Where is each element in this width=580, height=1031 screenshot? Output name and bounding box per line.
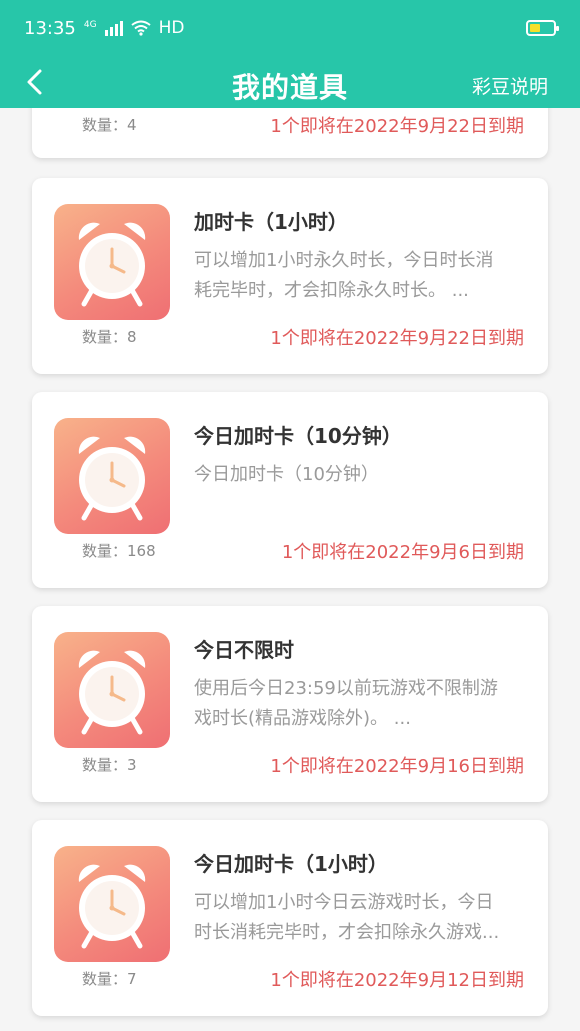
alarm-clock-icon bbox=[54, 418, 170, 534]
item-title: 今日加时卡（10分钟） bbox=[194, 424, 402, 448]
item-description: 今日加时卡（10分钟） bbox=[194, 460, 526, 490]
battery-icon bbox=[526, 20, 559, 36]
item-quantity: 数量：7 bbox=[82, 970, 137, 988]
item-description-line: 时长消耗完毕时，才会扣除永久游戏... bbox=[194, 922, 500, 943]
item-description-line: 使用后今日23:59以前玩游戏不限制游 bbox=[194, 678, 498, 699]
network-type: 4G bbox=[83, 19, 97, 30]
item-description-line: 可以增加1小时永久时长，今日时长消 bbox=[194, 250, 494, 271]
caidou-info-link[interactable]: 彩豆说明 bbox=[472, 72, 548, 99]
status-time: 13:35 bbox=[24, 17, 76, 39]
item-title: 今日加时卡（1小时） bbox=[194, 852, 388, 876]
item-description: 可以增加1小时今日云游戏时长，今日 时长消耗完毕时，才会扣除永久游戏... bbox=[194, 888, 526, 948]
item-description-line: 今日加时卡（10分钟） bbox=[194, 464, 379, 485]
item-quantity: 数量：168 bbox=[82, 542, 156, 560]
item-title: 今日不限时 bbox=[194, 638, 294, 662]
battery-level bbox=[530, 24, 540, 32]
item-description-line: 耗完毕时，才会扣除永久时长。 ... bbox=[194, 280, 469, 301]
hd-indicator: HD bbox=[158, 18, 185, 38]
item-description-line: 可以增加1小时今日云游戏时长，今日 bbox=[194, 892, 494, 913]
item-expire: 1个即将在2022年9月22日到期 bbox=[270, 328, 524, 349]
item-quantity: 数量：3 bbox=[82, 756, 137, 774]
item-description: 可以增加1小时永久时长，今日时长消 耗完毕时，才会扣除永久时长。 ... bbox=[194, 246, 526, 306]
item-expire: 1个即将在2022年9月6日到期 bbox=[281, 542, 524, 563]
item-card[interactable]: 数量：8 加时卡（1小时） 可以增加1小时永久时长，今日时长消 耗完毕时，才会扣… bbox=[32, 178, 548, 374]
item-quantity: 数量：8 bbox=[82, 328, 137, 346]
item-description: 使用后今日23:59以前玩游戏不限制游 戏时长(精品游戏除外)。 ... bbox=[194, 674, 526, 734]
item-description-line: 戏时长(精品游戏除外)。 ... bbox=[194, 708, 411, 729]
item-quantity: 数量：4 bbox=[82, 116, 137, 134]
item-title: 加时卡（1小时） bbox=[194, 210, 348, 234]
item-card[interactable]: 数量：7 今日加时卡（1小时） 可以增加1小时今日云游戏时长，今日 时长消耗完毕… bbox=[32, 820, 548, 1016]
status-left: 13:35 4G HD bbox=[24, 18, 184, 39]
item-card-partial[interactable]: 数量：4 1个即将在2022年9月22日到期 bbox=[32, 108, 548, 158]
wifi-icon bbox=[130, 20, 151, 36]
item-expire: 1个即将在2022年9月16日到期 bbox=[270, 756, 524, 777]
alarm-clock-icon bbox=[54, 204, 170, 320]
status-bar: 13:35 4G HD bbox=[0, 0, 580, 56]
item-expire: 1个即将在2022年9月12日到期 bbox=[270, 970, 524, 991]
alarm-clock-icon bbox=[54, 846, 170, 962]
signal-icon bbox=[104, 20, 123, 36]
item-card[interactable]: 数量：168 今日加时卡（10分钟） 今日加时卡（10分钟） 1个即将在2022… bbox=[32, 392, 548, 588]
item-card[interactable]: 数量：3 今日不限时 使用后今日23:59以前玩游戏不限制游 戏时长(精品游戏除… bbox=[32, 606, 548, 802]
item-list: 数量：4 1个即将在2022年9月22日到期 数量：8 加时卡（1小时） 可以增… bbox=[0, 108, 580, 1031]
nav-bar: 我的道具 彩豆说明 bbox=[0, 56, 580, 108]
alarm-clock-icon bbox=[54, 632, 170, 748]
item-expire: 1个即将在2022年9月22日到期 bbox=[270, 116, 524, 137]
